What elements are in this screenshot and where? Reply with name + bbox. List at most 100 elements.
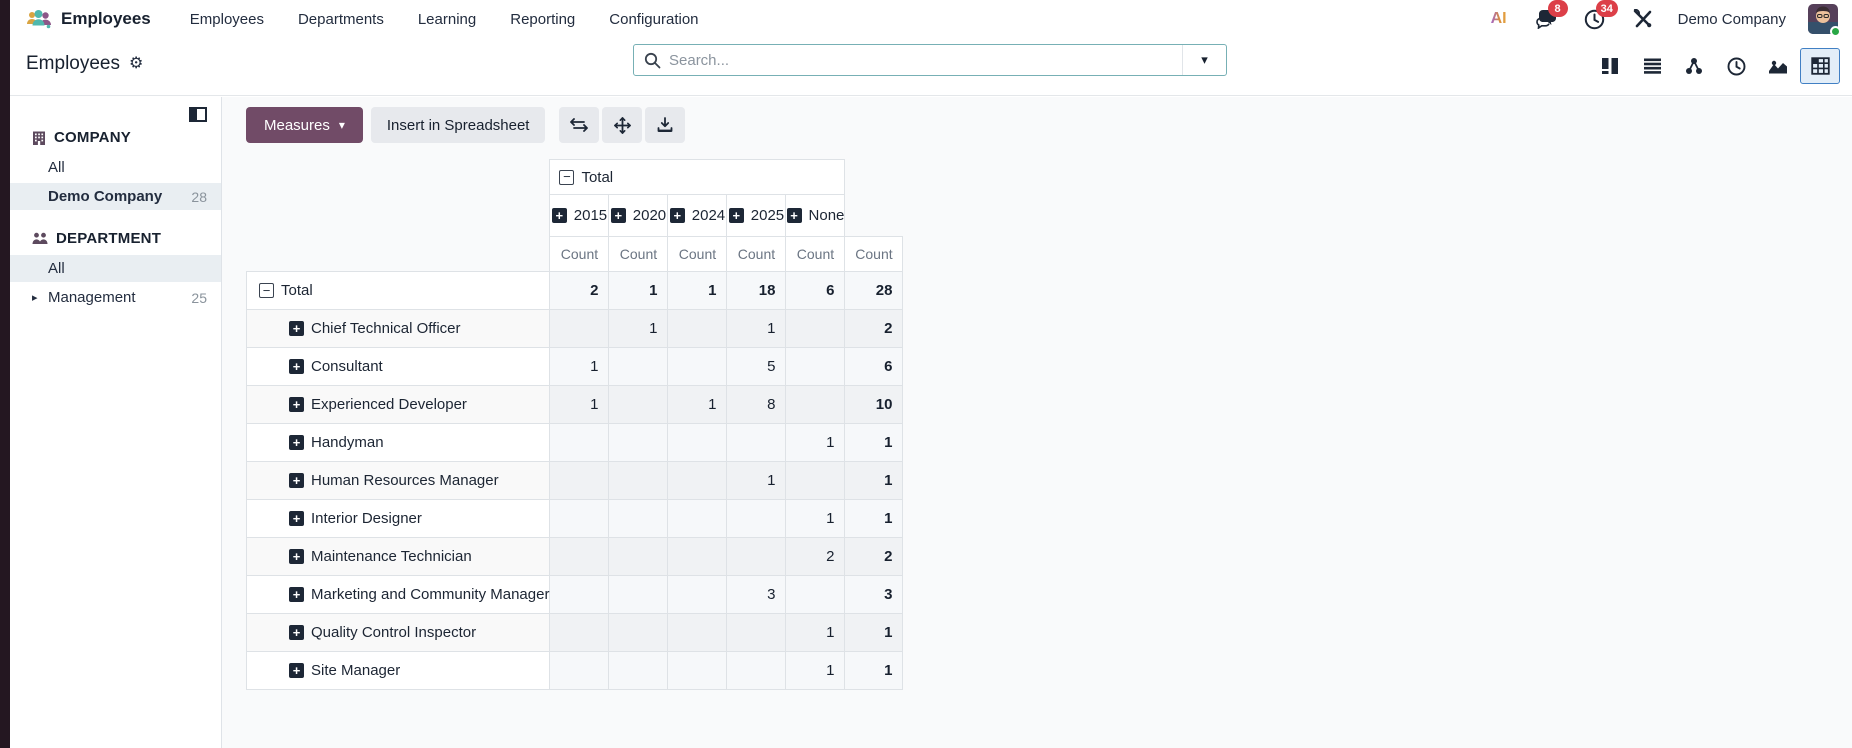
col-header-none[interactable]: None xyxy=(785,194,846,237)
measure-header[interactable]: Count xyxy=(549,236,610,272)
expand-icon[interactable] xyxy=(289,397,304,413)
measure-header[interactable]: Count xyxy=(726,236,787,272)
expand-icon[interactable] xyxy=(289,663,304,679)
search-input[interactable] xyxy=(669,51,1182,69)
gear-icon[interactable]: ⚙ xyxy=(129,56,143,72)
menu-learning[interactable]: Learning xyxy=(401,0,493,38)
measures-button[interactable]: Measures ▾ xyxy=(246,107,363,143)
menu-departments[interactable]: Departments xyxy=(281,0,401,38)
expand-icon[interactable] xyxy=(728,208,744,224)
row-label: Chief Technical Officer xyxy=(311,320,461,338)
expand-icon[interactable] xyxy=(289,359,304,375)
expand-icon[interactable] xyxy=(289,587,304,603)
item-count: 25 xyxy=(191,289,207,306)
menu-configuration[interactable]: Configuration xyxy=(592,0,715,38)
expand-icon[interactable] xyxy=(551,208,567,224)
row-header[interactable]: Quality Control Inspector xyxy=(245,613,551,652)
flip-axis-button[interactable] xyxy=(559,107,600,143)
insert-in-spreadsheet-button[interactable]: Insert in Spreadsheet xyxy=(370,107,546,143)
app-menu-button[interactable]: Employees xyxy=(26,8,151,30)
expand-icon[interactable] xyxy=(289,473,304,489)
col-group-label: Total xyxy=(581,168,614,186)
collapse-icon[interactable] xyxy=(559,169,575,185)
ai-icon[interactable]: AI xyxy=(1486,6,1512,32)
view-kanban-button[interactable] xyxy=(1590,48,1630,84)
department-filter-management[interactable]: ▸ Management 25 xyxy=(10,284,221,311)
row-label: Maintenance Technician xyxy=(311,548,472,566)
page-body: COMPANY All Demo Company 28 DEPARTMENT A… xyxy=(10,97,1852,748)
col-header-2020[interactable]: 2020 xyxy=(608,194,669,237)
view-activity-button[interactable] xyxy=(1716,48,1756,84)
row-header[interactable]: Handyman xyxy=(245,423,551,462)
view-list-button[interactable] xyxy=(1632,48,1672,84)
company-filter-all[interactable]: All xyxy=(10,154,221,181)
row-header[interactable]: Site Manager xyxy=(245,651,551,690)
search-dropdown-toggle[interactable]: ▾ xyxy=(1182,45,1226,75)
expand-icon[interactable] xyxy=(289,549,304,565)
row-label: Total xyxy=(281,282,313,300)
table-row: Site Manager 1 1 xyxy=(245,651,904,690)
pivot-table: Total 2015 2020 2024 2025 None Count Cou… xyxy=(245,159,904,690)
expand-caret-icon[interactable]: ▸ xyxy=(32,291,38,304)
col-header-2015[interactable]: 2015 xyxy=(549,194,610,237)
breadcrumb: Employees ⚙ xyxy=(26,53,143,75)
row-header-total[interactable]: Total xyxy=(245,271,551,310)
row-header[interactable]: Experienced Developer xyxy=(245,385,551,424)
chevron-down-icon: ▾ xyxy=(1201,52,1208,67)
top-navbar: Employees Employees Departments Learning… xyxy=(10,0,1852,38)
expand-all-button[interactable] xyxy=(602,107,643,143)
expand-icon[interactable] xyxy=(289,511,304,527)
col-header-2025[interactable]: 2025 xyxy=(726,194,787,237)
col-group-total[interactable]: Total xyxy=(549,159,846,195)
company-filter-demo-company[interactable]: Demo Company 28 xyxy=(10,183,221,210)
expand-icon[interactable] xyxy=(669,208,685,224)
view-hierarchy-button[interactable] xyxy=(1674,48,1714,84)
company-switcher[interactable]: Demo Company xyxy=(1678,11,1786,28)
col-header-2024[interactable]: 2024 xyxy=(667,194,728,237)
row-header[interactable]: Marketing and Community Manager xyxy=(245,575,551,614)
item-label: Demo Company xyxy=(48,188,163,205)
company-section: COMPANY All Demo Company 28 xyxy=(10,129,221,210)
menu-reporting[interactable]: Reporting xyxy=(493,0,592,38)
messages-icon[interactable]: 8 xyxy=(1534,0,1568,32)
row-header[interactable]: Chief Technical Officer xyxy=(245,309,551,348)
user-menu[interactable] xyxy=(1808,4,1841,37)
department-filter-all[interactable]: All xyxy=(10,255,221,282)
expand-icon[interactable] xyxy=(289,625,304,641)
measure-header[interactable]: Count xyxy=(608,236,669,272)
row-header[interactable]: Maintenance Technician xyxy=(245,537,551,576)
activities-icon[interactable]: 34 xyxy=(1582,0,1618,32)
list-icon xyxy=(1643,58,1661,74)
measure-header[interactable]: Count xyxy=(844,236,904,272)
view-pivot-button[interactable] xyxy=(1800,48,1840,84)
row-header[interactable]: Human Resources Manager xyxy=(245,461,551,500)
item-label: Management xyxy=(48,289,136,306)
expand-icon[interactable] xyxy=(289,321,304,337)
department-section: DEPARTMENT All ▸ Management 25 xyxy=(10,230,221,311)
download-icon xyxy=(658,117,673,132)
download-xlsx-button[interactable] xyxy=(645,107,686,143)
col-label: 2015 xyxy=(573,207,608,225)
row-header[interactable]: Consultant xyxy=(245,347,551,386)
expand-icon[interactable] xyxy=(786,208,802,224)
row-label: Consultant xyxy=(311,358,383,376)
sidebar-collapse-icon[interactable] xyxy=(189,107,207,122)
measure-header[interactable]: Count xyxy=(785,236,846,272)
chevron-down-icon: ▾ xyxy=(338,118,345,132)
pivot-corner xyxy=(845,160,903,237)
menu-employees[interactable]: Employees xyxy=(173,0,281,38)
view-graph-button[interactable] xyxy=(1758,48,1798,84)
debug-tools-icon[interactable] xyxy=(1630,6,1656,32)
table-row: Marketing and Community Manager 3 3 xyxy=(245,575,904,614)
table-row: Human Resources Manager 1 1 xyxy=(245,461,904,500)
collapse-icon[interactable] xyxy=(259,283,274,299)
item-label: All xyxy=(48,159,65,176)
row-label: Site Manager xyxy=(311,662,401,680)
row-label: Human Resources Manager xyxy=(311,472,499,490)
expand-icon[interactable] xyxy=(610,208,626,224)
table-row: Experienced Developer 1 1 8 10 xyxy=(245,385,904,424)
measure-header[interactable]: Count xyxy=(667,236,728,272)
expand-icon[interactable] xyxy=(289,435,304,451)
row-header[interactable]: Interior Designer xyxy=(245,499,551,538)
table-row: Maintenance Technician 2 2 xyxy=(245,537,904,576)
